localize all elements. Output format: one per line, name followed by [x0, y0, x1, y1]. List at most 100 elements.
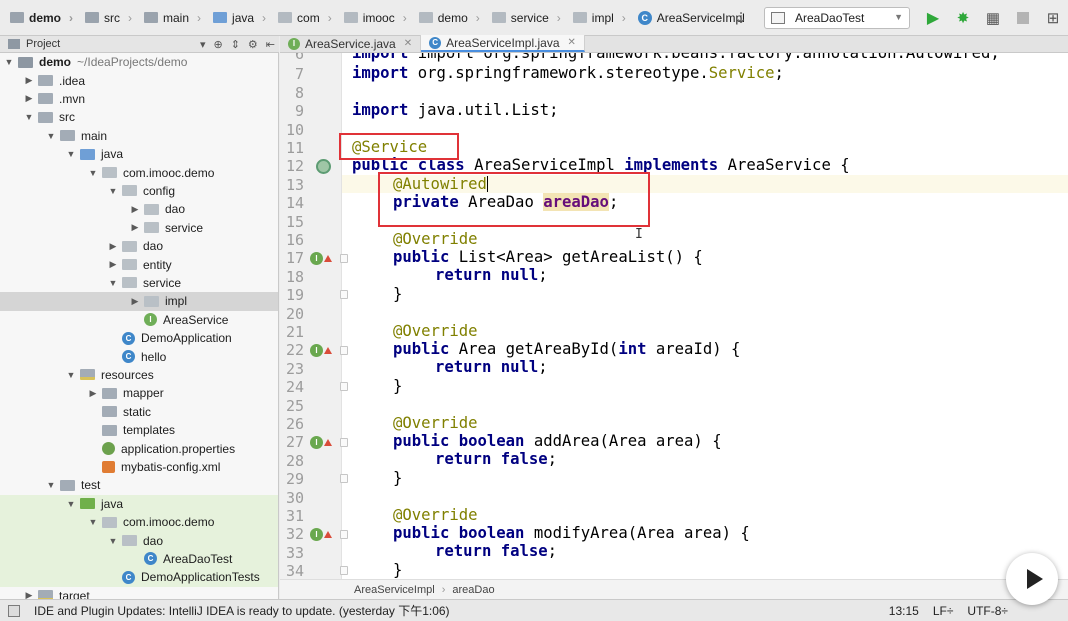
run-configuration-select[interactable]: AreaDaoTest ▼ [764, 7, 910, 29]
expanded-arrow-icon[interactable]: ▼ [24, 112, 34, 122]
tree-item[interactable]: ▶ service [0, 219, 278, 237]
spring-bean-icon[interactable] [316, 159, 331, 174]
collapsed-arrow-icon[interactable]: ▶ [130, 296, 140, 307]
breadcrumb-service[interactable]: service › [482, 0, 563, 36]
implements-method-icon[interactable]: I [310, 252, 323, 265]
chevron-down-icon[interactable]: ▾ [200, 38, 206, 51]
tree-item[interactable]: mybatis-config.xml [0, 458, 278, 476]
collapsed-arrow-icon[interactable]: ▶ [24, 590, 34, 599]
expanded-arrow-icon[interactable]: ▼ [88, 168, 98, 178]
settings-icon[interactable]: ⚙ [248, 38, 258, 51]
close-icon[interactable]: ✕ [568, 37, 576, 48]
tree-item[interactable]: ▶ entity [0, 255, 278, 273]
build-icon[interactable]: ⇣ [729, 6, 753, 30]
expanded-arrow-icon[interactable]: ▼ [108, 186, 118, 196]
run-icon[interactable]: ▶ [921, 6, 945, 30]
tree-item[interactable]: ▶ dao [0, 200, 278, 218]
fold-marker-icon[interactable] [340, 346, 348, 355]
tab-areaserviceimpl[interactable]: C AreaServiceImpl.java ✕ [421, 35, 585, 52]
code-editor[interactable]: 6 7 8 9 10 11 12 13 14 15 16 17 18 19 20… [280, 53, 1068, 579]
breadcrumb-com[interactable]: com › [268, 0, 334, 36]
collapsed-arrow-icon[interactable]: ▶ [108, 241, 118, 252]
collapsed-arrow-icon[interactable]: ▶ [130, 204, 140, 215]
breadcrumb-demo-pkg[interactable]: demo › [409, 0, 482, 36]
breadcrumb-demo[interactable]: demo › [0, 0, 75, 36]
debug-icon[interactable]: ✸ [951, 6, 975, 30]
fold-marker-icon[interactable] [340, 474, 348, 483]
hide-panel-icon[interactable]: ⇤ [266, 38, 275, 51]
run-configuration-label: AreaDaoTest [795, 11, 865, 25]
project-structure-icon[interactable]: ⊞ [1041, 6, 1065, 30]
expanded-arrow-icon[interactable]: ▼ [4, 57, 14, 67]
expanded-arrow-icon[interactable]: ▼ [66, 149, 76, 159]
tree-item[interactable]: Chello [0, 347, 278, 365]
breadcrumb-java[interactable]: java › [203, 0, 268, 36]
implements-method-icon[interactable]: I [310, 344, 323, 357]
breadcrumb-impl[interactable]: impl › [563, 0, 628, 36]
tree-item[interactable]: ▶ .idea [0, 71, 278, 89]
tree-item[interactable]: I AreaService [0, 311, 278, 329]
caret-position[interactable]: 13:15 [889, 604, 919, 618]
breadcrumb-field[interactable]: areaDao [452, 584, 494, 596]
line-separator[interactable]: LF÷ [933, 604, 954, 618]
tool-windows-icon[interactable] [8, 604, 20, 617]
fold-marker-icon[interactable] [340, 530, 348, 539]
tree-item[interactable]: ▼ src [0, 108, 278, 126]
fold-marker-icon[interactable] [340, 566, 348, 575]
tree-item[interactable]: ▼ service [0, 274, 278, 292]
tree-item[interactable]: C DemoApplicationTests [0, 568, 278, 587]
collapse-all-icon[interactable]: ⇕ [231, 38, 240, 51]
tree-item[interactable]: ▼ com.imooc.demo [0, 163, 278, 181]
collapsed-arrow-icon[interactable]: ▶ [24, 93, 34, 104]
fold-marker-icon[interactable] [340, 438, 348, 447]
fold-marker-icon[interactable] [340, 254, 348, 263]
tree-item[interactable]: C AreaDaoTest [0, 549, 278, 569]
expanded-arrow-icon[interactable]: ▼ [88, 517, 98, 527]
fold-marker-icon[interactable] [340, 290, 348, 299]
tree-item[interactable]: ▼ java [0, 494, 278, 513]
fold-marker-icon[interactable] [340, 382, 348, 391]
expanded-arrow-icon[interactable]: ▼ [46, 480, 56, 490]
video-play-button[interactable] [1006, 553, 1058, 605]
tree-item[interactable]: ▶ dao [0, 237, 278, 255]
implements-method-icon[interactable]: I [310, 436, 323, 449]
project-panel-title[interactable]: Project [26, 38, 196, 50]
tree-item[interactable]: ▼ config [0, 182, 278, 200]
tree-item[interactable]: static [0, 403, 278, 421]
coverage-icon[interactable]: ▦ [981, 6, 1005, 30]
collapsed-arrow-icon[interactable]: ▶ [130, 222, 140, 233]
collapsed-arrow-icon[interactable]: ▶ [108, 259, 118, 270]
tree-item[interactable]: ▼ java [0, 145, 278, 163]
breadcrumb-class[interactable]: AreaServiceImpl [354, 584, 435, 596]
implements-method-icon[interactable]: I [310, 528, 323, 541]
tree-item[interactable]: templates [0, 421, 278, 439]
tree-item[interactable]: application.properties [0, 439, 278, 457]
tree-item[interactable]: ▶ .mvn [0, 90, 278, 108]
tree-item[interactable]: ▶ mapper [0, 384, 278, 402]
breadcrumb-imooc[interactable]: imooc › [334, 0, 409, 36]
file-encoding[interactable]: UTF-8÷ [967, 604, 1008, 618]
scroll-from-source-icon[interactable]: ⊕ [213, 38, 222, 51]
expanded-arrow-icon[interactable]: ▼ [66, 370, 76, 380]
tab-areaservice[interactable]: I AreaService.java ✕ [280, 35, 422, 52]
status-message[interactable]: IDE and Plugin Updates: IntelliJ IDEA is… [34, 602, 889, 619]
expanded-arrow-icon[interactable]: ▼ [46, 131, 56, 141]
close-icon[interactable]: ✕ [404, 38, 412, 49]
tree-item[interactable]: ▼ com.imooc.demo [0, 513, 278, 532]
tree-item[interactable]: C DemoApplication [0, 329, 278, 347]
tree-item[interactable]: ▼ demo ~/IdeaProjects/demo [0, 53, 278, 71]
tree-item-selected[interactable]: ▶ impl [0, 292, 278, 311]
collapsed-arrow-icon[interactable]: ▶ [88, 388, 98, 399]
tree-item[interactable]: ▶ target [0, 587, 278, 599]
tree-item[interactable]: ▼ main [0, 127, 278, 145]
tree-item[interactable]: ▼ dao [0, 531, 278, 550]
breadcrumb-main[interactable]: main › [134, 0, 203, 36]
expanded-arrow-icon[interactable]: ▼ [66, 499, 76, 509]
tree-item[interactable]: ▼ test [0, 476, 278, 494]
expanded-arrow-icon[interactable]: ▼ [108, 536, 118, 546]
breadcrumb-src[interactable]: src › [75, 0, 134, 36]
tree-item[interactable]: ▼ resources [0, 366, 278, 384]
collapsed-arrow-icon[interactable]: ▶ [24, 75, 34, 86]
stop-icon[interactable] [1011, 6, 1035, 30]
expanded-arrow-icon[interactable]: ▼ [108, 278, 118, 288]
